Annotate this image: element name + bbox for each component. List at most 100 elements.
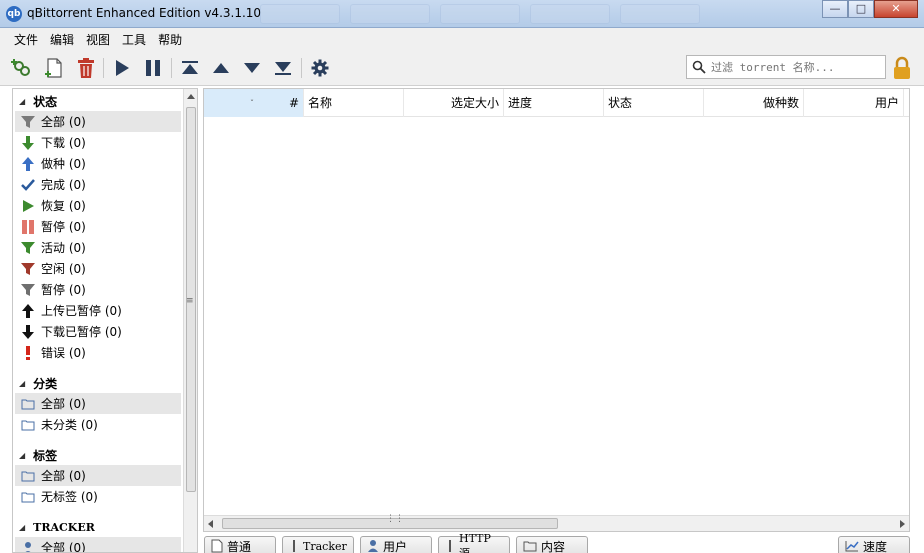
arrow-down-icon [244,63,260,73]
menu-edit[interactable]: 编辑 [44,31,80,48]
scroll-left-arrow-icon[interactable] [208,520,213,528]
tab-general[interactable]: 普通 [204,536,276,553]
status-item-label: 做种 (0) [41,157,86,171]
section-title: TRACKER [33,520,95,534]
blurred-tab [530,4,610,24]
add-torrent-link-button[interactable] [10,56,34,80]
section-header-tracker[interactable]: ◢ TRACKER [13,517,183,537]
filter-sidebar: ◢ 状态 全部 (0) 下载 (0) 做种 (0) 完成 (0) 恢复 (0) [12,88,198,553]
download-paused-icon [19,324,37,340]
move-up-button[interactable] [209,56,233,80]
column-header-name[interactable]: 名称 [304,89,404,117]
status-item-completed[interactable]: 完成 (0) [15,174,181,195]
tab-speed[interactable]: 速度 [838,536,910,553]
search-box [686,55,886,79]
scroll-right-arrow-icon[interactable] [900,520,905,528]
status-item-seeding[interactable]: 做种 (0) [15,153,181,174]
column-header-seeds[interactable]: 做种数 [704,89,804,117]
status-item-label: 恢复 (0) [41,199,86,213]
menu-help[interactable]: 帮助 [152,31,188,48]
filter-active-icon [19,240,37,256]
move-down-button[interactable] [240,56,264,80]
menu-tools[interactable]: 工具 [116,31,152,48]
tracker-icon [289,539,299,553]
column-header-progress[interactable]: 进度 [504,89,604,117]
folder-icon [19,489,37,505]
move-to-bottom-button[interactable] [271,56,295,80]
maximize-button[interactable]: □ [848,0,874,18]
status-item-download-paused[interactable]: 下载已暂停 (0) [15,321,181,342]
status-item-active[interactable]: 活动 (0) [15,237,181,258]
status-item-upload-paused[interactable]: 上传已暂停 (0) [15,300,181,321]
collapse-triangle-icon: ◢ [19,96,26,106]
tag-item-label: 无标签 (0) [41,490,98,504]
background-taskbar [260,4,700,24]
folder-icon [523,540,537,552]
delete-torrent-button[interactable] [74,56,98,80]
category-item-uncategorized[interactable]: 未分类 (0) [15,414,181,435]
tag-item-untagged[interactable]: 无标签 (0) [15,486,181,507]
tag-item-label: 全部 (0) [41,469,86,483]
column-header-status[interactable]: 状态 [604,89,704,117]
tracker-item-label: 全部 (0) [41,541,86,553]
app-icon: qb [6,6,22,22]
status-item-label: 空闲 (0) [41,262,86,276]
column-header-index[interactable]: ˇ # [204,89,304,117]
scroll-up-arrow-icon[interactable] [187,94,195,99]
blurred-tab [350,4,430,24]
category-item-all[interactable]: 全部 (0) [15,393,181,414]
column-header-size[interactable]: 选定大小 [404,89,504,117]
section-header-status[interactable]: ◢ 状态 [13,91,183,111]
section-title: 标签 [33,448,58,463]
tab-trackers[interactable]: Tracker [282,536,354,553]
resume-button[interactable] [110,56,134,80]
sidebar-scrollbar[interactable]: ≡ [183,89,197,552]
checkmark-icon [19,177,37,193]
torrent-list-hscrollbar[interactable]: ⋮⋮ [204,514,909,531]
status-item-all[interactable]: 全部 (0) [15,111,181,132]
status-item-resumed[interactable]: 恢复 (0) [15,195,181,216]
column-header-peers[interactable]: 用户 [804,89,904,117]
menu-view[interactable]: 视图 [80,31,116,48]
search-input[interactable] [711,59,881,75]
filter-paused-icon [19,282,37,298]
options-button[interactable] [308,56,332,80]
server-icon [445,539,455,553]
status-item-paused[interactable]: 暂停 (0) [15,216,181,237]
tab-peers[interactable]: 用户 [360,536,432,553]
user-icon [367,539,379,553]
status-item-errored[interactable]: 错误 (0) [15,342,181,363]
document-icon [211,539,223,553]
play-icon [116,60,129,76]
section-header-tags[interactable]: ◢ 标签 [13,445,183,465]
status-item-stalled[interactable]: 暂停 (0) [15,279,181,300]
lock-button[interactable] [892,56,912,83]
tab-content[interactable]: 内容 [516,536,588,553]
close-button[interactable]: ✕ [874,0,918,18]
tracker-icon [19,540,37,552]
add-link-icon [11,59,30,76]
toolbar-separator [171,58,172,78]
status-item-label: 完成 (0) [41,178,86,192]
section-header-categories[interactable]: ◢ 分类 [13,373,183,393]
upload-arrow-icon [19,156,37,172]
play-icon [19,198,37,214]
status-item-label: 错误 (0) [41,346,86,360]
torrent-list[interactable]: ˇ # 名称 选定大小 进度 状态 做种数 用户 ⋮⋮ [203,88,910,532]
tag-item-all[interactable]: 全部 (0) [15,465,181,486]
tab-http-sources[interactable]: HTTP 源 [438,532,510,553]
pause-button[interactable] [141,56,165,80]
move-to-top-button[interactable] [178,56,202,80]
menu-file[interactable]: 文件 [8,31,44,48]
chart-icon [845,540,859,552]
blurred-tab [440,4,520,24]
minimize-button[interactable]: — [822,0,848,18]
toolbar-separator [301,58,302,78]
tracker-item-all[interactable]: 全部 (0) [15,537,181,553]
add-torrent-file-button[interactable] [42,56,66,80]
status-item-downloading[interactable]: 下载 (0) [15,132,181,153]
move-bottom-icon [275,62,291,75]
category-item-label: 未分类 (0) [41,418,98,432]
scrollbar-grip-icon: ⋮⋮ [386,514,404,524]
status-item-inactive[interactable]: 空闲 (0) [15,258,181,279]
